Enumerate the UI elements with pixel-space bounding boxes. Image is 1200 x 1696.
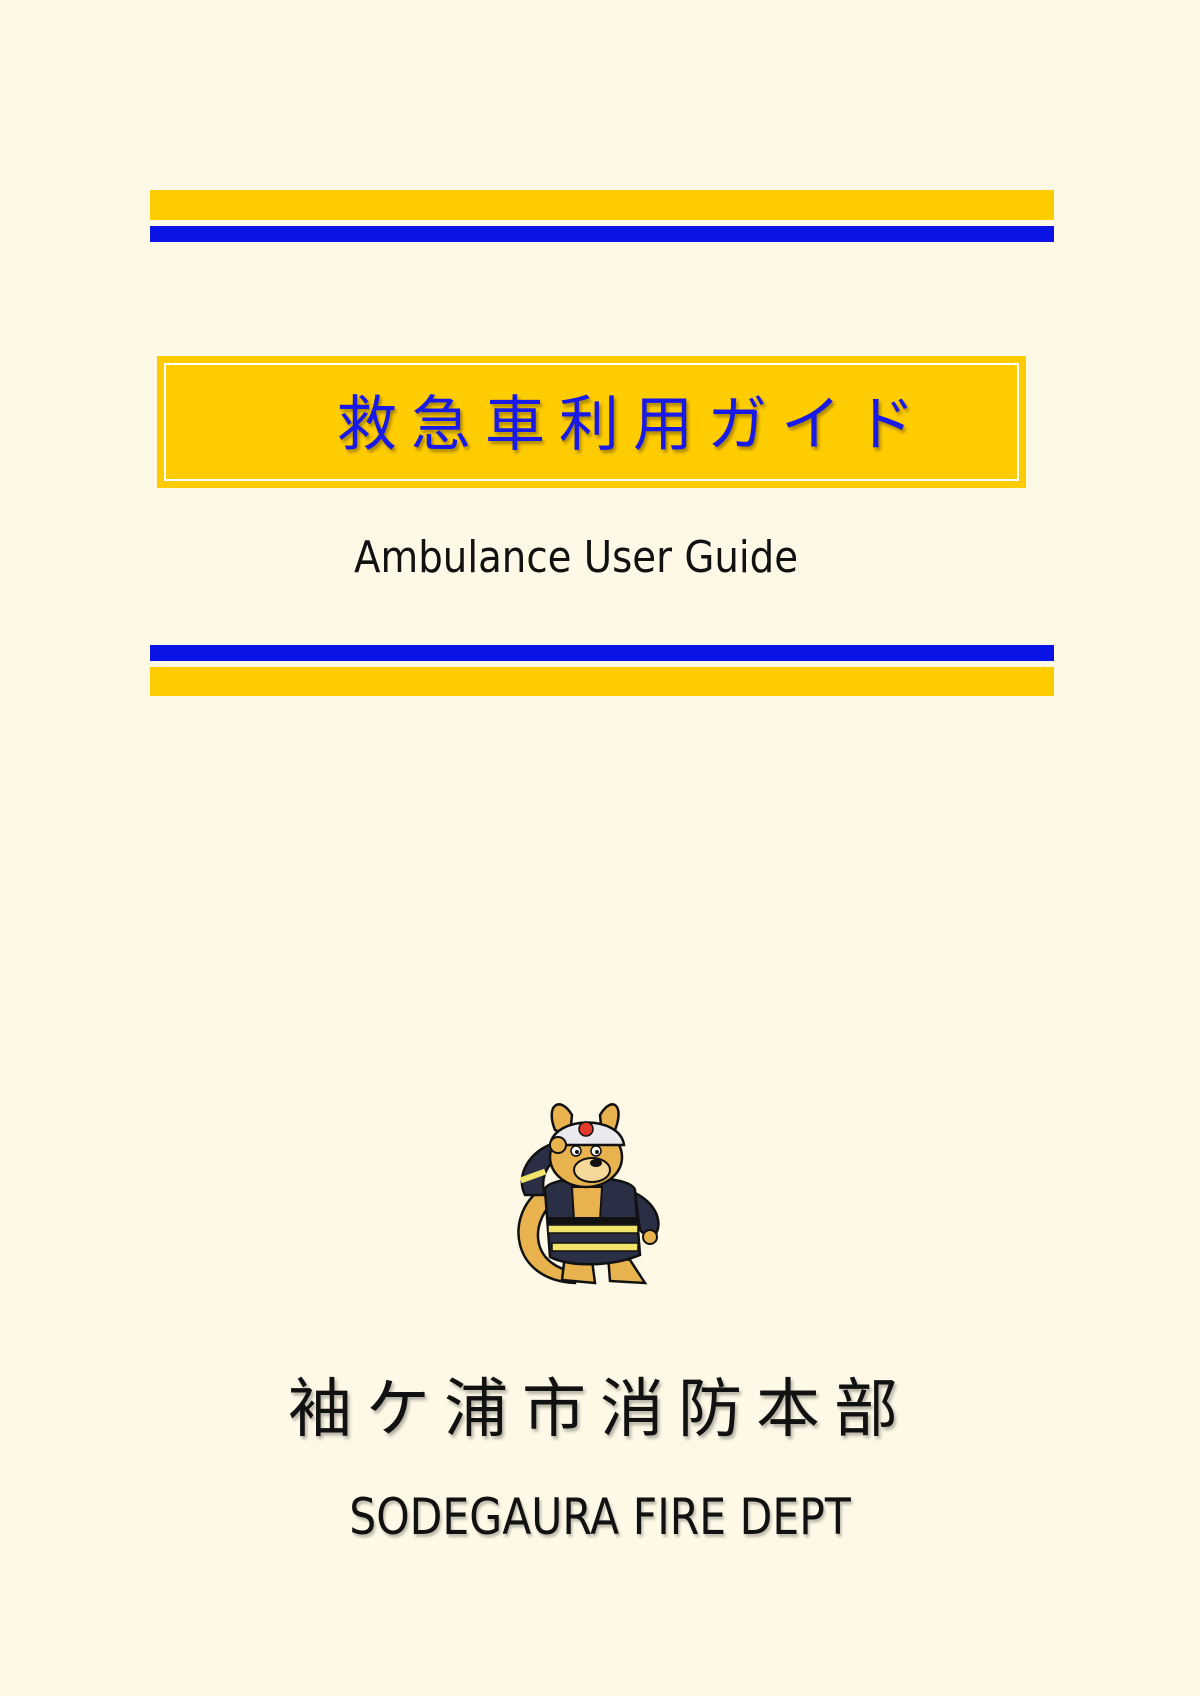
organization-name-japanese: 袖ケ浦市消防本部 <box>288 1373 912 1447</box>
top-yellow-stripe <box>150 190 1054 220</box>
title-japanese: 救急車利用ガイド <box>337 390 929 460</box>
title-english: Ambulance User Guide <box>354 532 799 583</box>
title-box: 救急車利用ガイド <box>157 356 1026 488</box>
top-blue-stripe <box>150 226 1054 242</box>
bottom-blue-stripe <box>150 645 1054 661</box>
bottom-yellow-stripe <box>150 667 1054 696</box>
kangaroo-firefighter-mascot-icon <box>500 1095 700 1295</box>
organization-name-english-wrapper: SODEGAURA FIRE DEPT <box>0 1485 1200 1549</box>
organization-name-english: SODEGAURA FIRE DEPT <box>349 1488 851 1546</box>
